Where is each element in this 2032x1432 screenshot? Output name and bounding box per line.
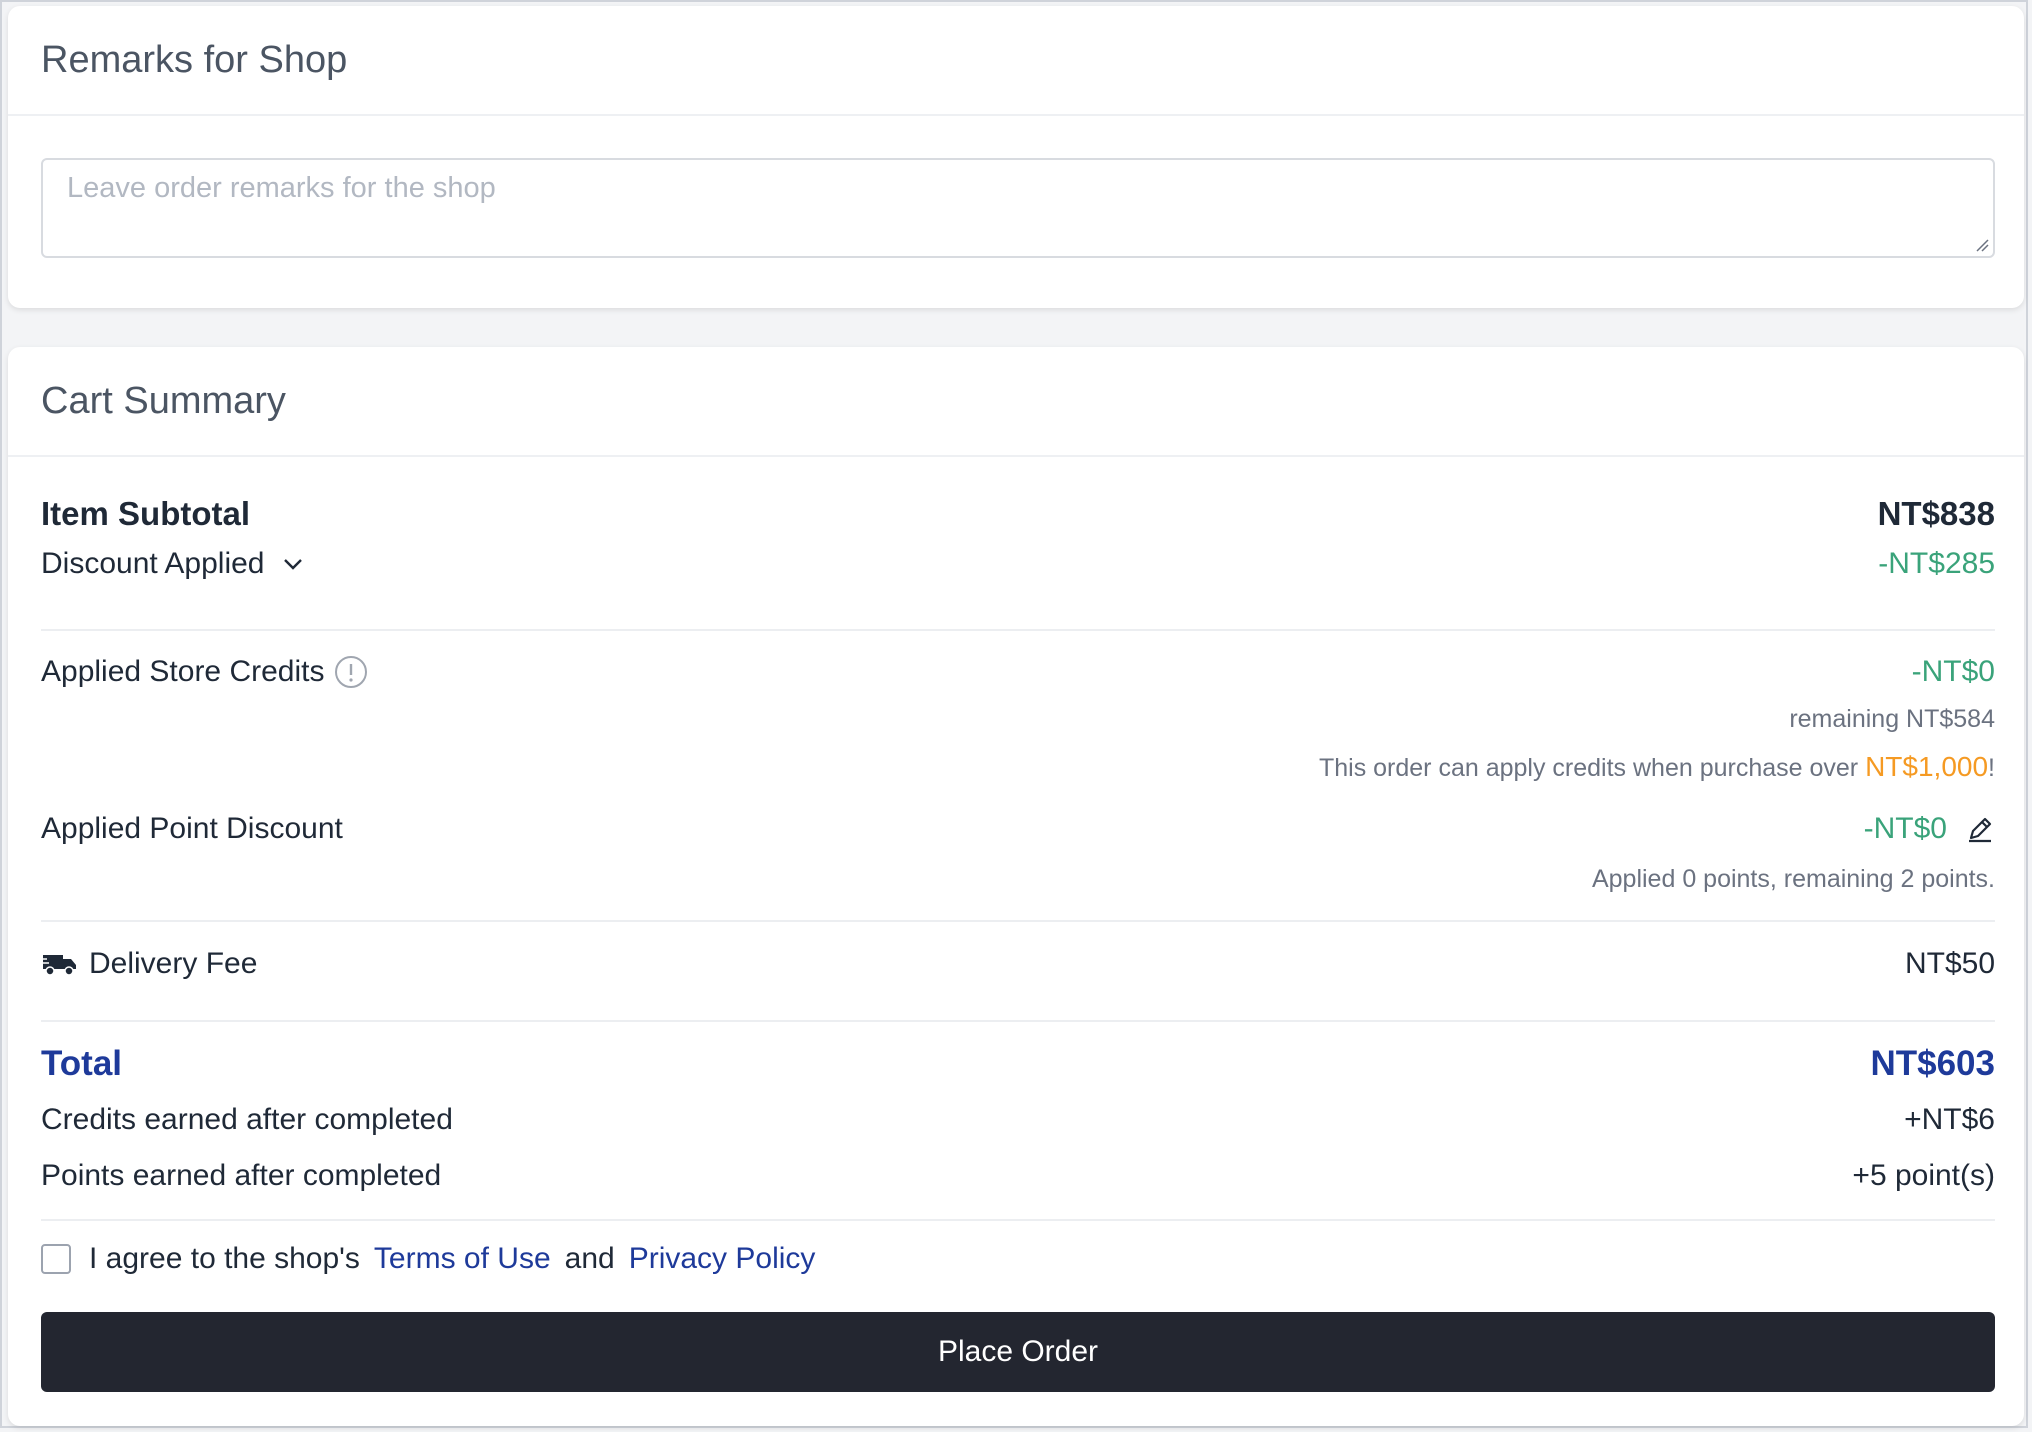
- place-order-button[interactable]: Place Order: [41, 1312, 1995, 1392]
- terms-of-use-link[interactable]: Terms of Use: [374, 1242, 551, 1276]
- divider: [41, 920, 1995, 922]
- privacy-policy-link[interactable]: Privacy Policy: [629, 1242, 816, 1276]
- remarks-textarea-wrapper: [41, 158, 1995, 258]
- agreement-prefix: I agree to the shop's: [89, 1242, 360, 1275]
- discount-toggle[interactable]: Discount Applied: [41, 547, 304, 581]
- store-credits-label: Applied Store Credits: [41, 655, 325, 688]
- points-earned-label: Points earned after completed: [41, 1159, 442, 1192]
- agreement-row: I agree to the shop's Terms of Use and P…: [41, 1240, 829, 1278]
- store-credits-remaining: remaining NT$584: [1789, 704, 1995, 733]
- credits-earned-value: +NT$6: [1904, 1103, 1995, 1136]
- points-earned-value: +5 point(s): [1852, 1159, 1995, 1192]
- divider: [41, 1219, 1995, 1221]
- delivery-fee-label: Delivery Fee: [89, 947, 258, 980]
- truck-icon: [41, 949, 79, 979]
- store-credits-value: -NT$0: [1911, 655, 1995, 688]
- agreement-conjunction: and: [564, 1242, 615, 1275]
- store-credits-notice-row: This order can apply credits when purcha…: [41, 747, 1995, 787]
- credits-earned-row: Credits earned after completed +NT$6: [41, 1098, 1995, 1142]
- divider: [41, 1020, 1995, 1022]
- points-earned-row: Points earned after completed +5 point(s…: [41, 1154, 1995, 1198]
- item-subtotal-row: Item Subtotal NT$838: [41, 492, 1995, 536]
- pencil-icon[interactable]: [1965, 814, 1995, 844]
- chevron-down-icon: [282, 557, 304, 571]
- item-subtotal-row: [41, 391, 1995, 435]
- total-row: Total NT$603: [41, 1039, 1995, 1089]
- store-credits-row: Applied Store Credits -NT$0: [41, 650, 1995, 694]
- total-value: NT$603: [1870, 1044, 1995, 1083]
- notice-prefix: This order can apply credits when purcha…: [1318, 754, 1866, 782]
- delivery-fee-value: NT$50: [1904, 947, 1995, 980]
- point-discount-value: -NT$0: [1863, 812, 1947, 845]
- item-subtotal-value: NT$838: [1877, 495, 1995, 532]
- resize-grip-icon[interactable]: [1975, 238, 1989, 252]
- remarks-title: Remarks for Shop: [8, 6, 2024, 116]
- remarks-card: Remarks for Shop: [8, 6, 2024, 308]
- point-discount-note-row: Applied 0 points, remaining 2 points.: [41, 859, 1995, 899]
- item-subtotal-label: Item Subtotal: [41, 495, 251, 532]
- info-icon[interactable]: [334, 655, 368, 689]
- notice-amount: NT$1,000: [1865, 751, 1989, 782]
- credits-earned-label: Credits earned after completed: [41, 1103, 453, 1136]
- page-frame: Remarks for Shop Cart Summary Item Subto…: [0, 0, 2028, 1428]
- point-discount-label: Applied Point Discount: [41, 812, 343, 845]
- store-credits-notice: This order can apply credits when purcha…: [1319, 751, 1995, 783]
- total-label: Total: [41, 1044, 123, 1083]
- notice-suffix: !: [1988, 754, 1995, 782]
- discount-label: Discount Applied: [41, 547, 265, 580]
- discount-row: Discount Applied -NT$285: [41, 542, 1995, 586]
- point-discount-row: Applied Point Discount -NT$0: [41, 805, 1995, 853]
- remarks-input[interactable]: [43, 160, 1993, 256]
- store-credits-remaining-row: remaining NT$584: [41, 701, 1995, 737]
- agree-checkbox[interactable]: [41, 1244, 71, 1274]
- point-discount-note: Applied 0 points, remaining 2 points.: [1591, 864, 1995, 893]
- cart-summary-card: Cart Summary Item Subtotal NT$838 Discou…: [8, 347, 2024, 1426]
- divider: [41, 629, 1995, 631]
- discount-value: -NT$285: [1878, 547, 1995, 580]
- delivery-fee-row: Delivery Fee NT$50: [41, 940, 1995, 988]
